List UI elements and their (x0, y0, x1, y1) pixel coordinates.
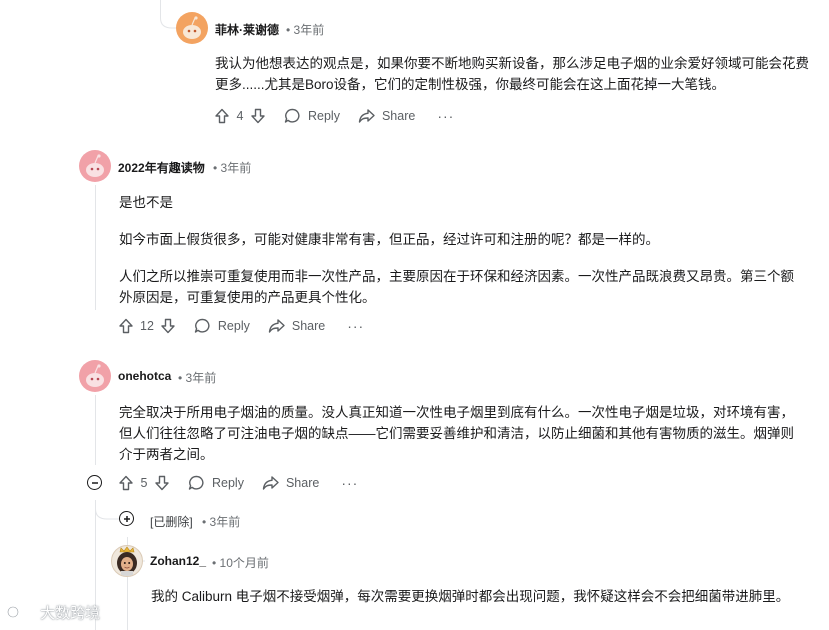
watermark-logo-icon (7, 606, 33, 618)
comment-body: 我的 Caliburn 电子烟不接受烟弹，每次需要更换烟弹时都会出现问题，我怀疑… (151, 586, 791, 607)
expand-thread-button[interactable] (119, 511, 134, 526)
share-icon (262, 476, 279, 490)
vote-score: 12 (140, 319, 154, 333)
reply-button[interactable]: Reply (194, 318, 250, 334)
thread-line (127, 570, 128, 630)
minus-icon (91, 481, 98, 484)
comment-body: 是也不是 如今市面上假货很多，可能对健康非常有害，但正品，经过许可和注册的呢？都… (119, 192, 799, 308)
share-icon (358, 109, 375, 123)
share-label: Share (285, 476, 320, 490)
downvote-icon[interactable] (154, 475, 170, 491)
downvote-icon[interactable] (160, 318, 176, 334)
comment-author[interactable]: Zohan12_ (150, 554, 206, 568)
comment-timestamp: 3年前 (220, 161, 252, 175)
snoo-avatar-icon (86, 364, 104, 387)
comment-paragraph: 人们之所以推崇可重复使用而非一次性产品，主要原因在于环保和经济因素。一次性产品既… (119, 269, 794, 305)
share-button[interactable]: Share (268, 318, 325, 334)
reply-label: Reply (212, 476, 244, 490)
avatar[interactable] (79, 150, 111, 182)
reply-label: Reply (217, 319, 250, 333)
vote-group: 5 (118, 475, 170, 491)
comment-bubble-icon (284, 108, 300, 123)
comment-timestamp: 3年前 (185, 371, 217, 385)
collapse-thread-button[interactable] (87, 475, 102, 490)
more-options-icon[interactable]: ··· (437, 108, 454, 124)
share-button[interactable]: Share (358, 108, 415, 124)
comment-body: 我认为他想表达的观点是，如果你要不断地购买新设备，那么涉足电子烟的业余爱好领域可… (215, 53, 815, 95)
comment-author[interactable]: 菲林·莱谢德 (215, 21, 279, 38)
snoo-avatar-icon (183, 16, 201, 39)
comment-paragraph: 是也不是 (119, 195, 173, 210)
watermark-text: 大数跨境 (40, 605, 101, 622)
reply-label: Reply (308, 109, 340, 123)
comment-paragraph: 完全取决于所用电子烟油的质量。没人真正知道一次性电子烟里到底有什么。一次性电子烟… (119, 405, 794, 462)
vote-score: 5 (140, 476, 148, 490)
comment-timestamp: 10个月前 (219, 556, 269, 570)
thread-line (95, 185, 96, 310)
comment-paragraph: 我的 Caliburn 电子烟不接受烟弹，每次需要更换烟弹时都会出现问题，我怀疑… (151, 589, 790, 604)
avatar[interactable] (176, 12, 208, 44)
avatar[interactable] (111, 545, 143, 577)
comment-paragraph: 我认为他想表达的观点是，如果你要不断地购买新设备，那么涉足电子烟的业余爱好领域可… (215, 56, 809, 92)
comment-author[interactable]: 2022年有趣读物 (118, 159, 205, 176)
upvote-icon[interactable] (118, 318, 134, 334)
avatar[interactable] (79, 360, 111, 392)
share-button[interactable]: Share (262, 475, 319, 491)
upvote-icon[interactable] (118, 475, 134, 491)
comment-bubble-icon (188, 475, 204, 490)
comment-author: [已删除] (150, 515, 193, 529)
comment-actions: 4 Reply Share ··· (214, 104, 454, 128)
upvote-icon[interactable] (214, 108, 230, 124)
comment-actions: 12 Reply Share ··· (118, 314, 364, 338)
comment-meta: • 3年前 (213, 161, 252, 175)
more-options-icon[interactable]: ··· (341, 475, 358, 491)
vote-score: 4 (236, 109, 244, 123)
comment-meta: • 3年前 (178, 371, 217, 385)
comment-bubble-icon (194, 318, 210, 333)
comment-meta: • 10个月前 (212, 556, 269, 570)
reply-button[interactable]: Reply (188, 475, 244, 491)
watermark: 大数跨境 (6, 602, 100, 623)
share-label: Share (381, 109, 416, 123)
vote-group: 4 (214, 108, 266, 124)
user-photo-avatar (117, 546, 137, 576)
vote-group: 12 (118, 318, 176, 334)
comment-meta: • 3年前 (286, 23, 325, 37)
comment-meta: • 3年前 (202, 515, 241, 529)
comment-actions: 5 Reply Share ··· (118, 471, 358, 495)
comment-author[interactable]: onehotca (118, 369, 171, 383)
comment-timestamp: 3年前 (293, 23, 325, 37)
plus-icon (123, 515, 130, 522)
more-options-icon[interactable]: ··· (347, 318, 364, 334)
comment-timestamp: 3年前 (209, 515, 241, 529)
share-icon (268, 319, 285, 333)
reply-button[interactable]: Reply (284, 108, 340, 124)
downvote-icon[interactable] (250, 108, 266, 124)
comment-body: 完全取决于所用电子烟油的质量。没人真正知道一次性电子烟里到底有什么。一次性电子烟… (119, 402, 799, 465)
thread-line (95, 395, 96, 465)
snoo-avatar-icon (86, 154, 104, 177)
share-label: Share (291, 319, 326, 333)
comment-paragraph: 如今市面上假货很多，可能对健康非常有害，但正品，经过许可和注册的呢？都是一样的。 (119, 232, 659, 247)
